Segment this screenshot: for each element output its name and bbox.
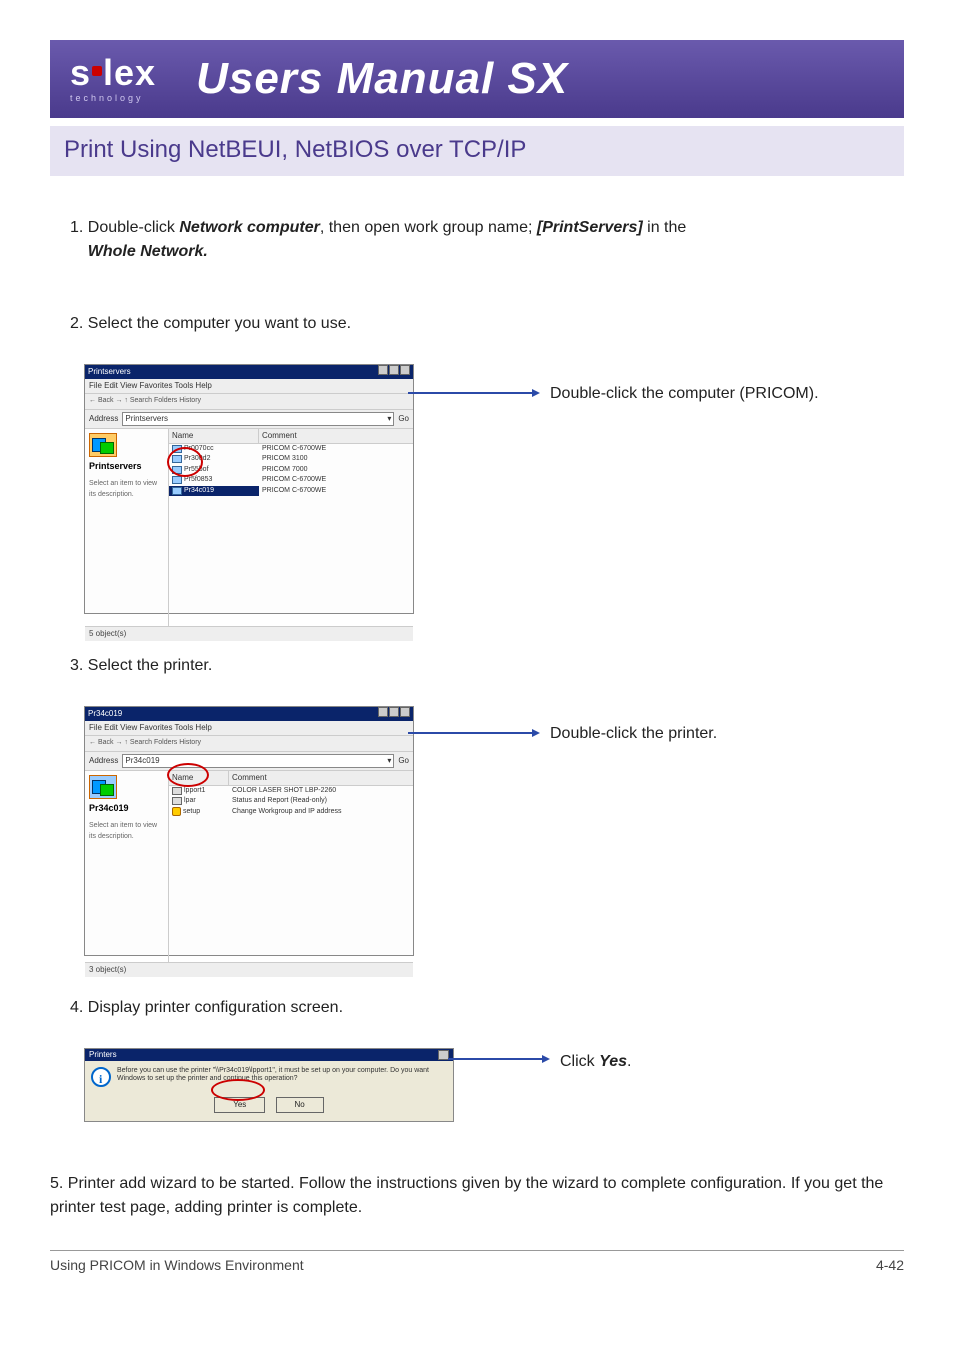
- list-item[interactable]: Pr5f0853PRICOM C-6700WE: [169, 475, 413, 486]
- list-pane: Name Comment Pr0070ccPRICOM C-6700WE Pr3…: [169, 429, 413, 627]
- step1-term2: [PrintServers]: [537, 219, 643, 236]
- list-item[interactable]: Pr0070ccPRICOM C-6700WE: [169, 444, 413, 455]
- minimize-icon: [378, 365, 388, 375]
- callout-text-3: Click Yes.: [560, 1050, 631, 1074]
- status-bar: 3 object(s): [85, 962, 413, 977]
- column-headers[interactable]: Name Comment: [169, 429, 413, 444]
- list-item[interactable]: Pr55bofPRICOM 7000: [169, 465, 413, 476]
- address-bar: Address Pr34c019▾ Go: [85, 752, 413, 771]
- screenshot-printservers-window: Printservers File Edit View Favorites To…: [84, 364, 414, 614]
- dialog-message: Before you can use the printer "\\Pr34c0…: [117, 1067, 447, 1084]
- logo-subtext: technology: [70, 93, 144, 103]
- screenshot-computer-window: Pr34c019 File Edit View Favorites Tools …: [84, 706, 414, 956]
- left-info-pane: Pr34c019 Select an item to view its desc…: [85, 771, 169, 963]
- printer-icon: [172, 797, 182, 805]
- left-pane-desc: Select an item to view its description.: [89, 821, 164, 842]
- callout-circle-icon: [167, 763, 209, 787]
- footer-section: Using PRICOM in Windows Environment: [50, 1257, 304, 1273]
- window-toolbar[interactable]: ← Back → ↑ Search Folders History: [85, 394, 413, 410]
- address-bar: Address Printservers▾ Go: [85, 410, 413, 429]
- printer-icon: [172, 787, 182, 795]
- window-title: Pr34c019: [88, 708, 122, 720]
- window-toolbar[interactable]: ← Back → ↑ Search Folders History: [85, 736, 413, 752]
- dialog-titlebar: Printers: [85, 1049, 453, 1061]
- list-item-selected[interactable]: Pr34c019PRICOM C-6700WE: [169, 486, 413, 497]
- col-name[interactable]: Name: [169, 429, 259, 443]
- callout-circle-icon: [211, 1079, 265, 1101]
- window-title: Printservers: [88, 366, 131, 378]
- maximize-icon: [389, 365, 399, 375]
- logo-text-right: lex: [103, 52, 156, 93]
- footer-page-number: 4-42: [876, 1257, 904, 1273]
- screenshot-printers-dialog: Printers Before you can use the printer …: [84, 1048, 454, 1122]
- window-buttons[interactable]: [377, 707, 410, 721]
- window-titlebar: Pr34c019: [85, 707, 413, 721]
- window-buttons[interactable]: [377, 365, 410, 379]
- window-menubar[interactable]: File Edit View Favorites Tools Help: [85, 379, 413, 394]
- list-pane: Name Comment lpport1COLOR LASER SHOT LBP…: [169, 771, 413, 963]
- callout-arrow-icon: [408, 392, 538, 394]
- figure-row-1: Printservers File Edit View Favorites To…: [84, 364, 894, 614]
- left-info-pane: Printservers Select an item to view its …: [85, 429, 169, 627]
- left-pane-desc: Select an item to view its description.: [89, 479, 164, 500]
- col-comment[interactable]: Comment: [259, 429, 413, 443]
- logo-text-left: s: [70, 52, 91, 93]
- close-icon: [400, 365, 410, 375]
- list-item[interactable]: lpport1COLOR LASER SHOT LBP-2260: [169, 786, 413, 797]
- manual-title: Users Manual SX: [196, 54, 568, 104]
- header-banner: slex technology Users Manual SX: [50, 40, 904, 118]
- figure-row-3: Printers Before you can use the printer …: [84, 1048, 894, 1122]
- step-2: 2. Select the computer you want to use.: [70, 312, 894, 336]
- window-titlebar: Printservers: [85, 365, 413, 379]
- left-pane-title: Printservers: [89, 460, 164, 474]
- info-icon: [91, 1067, 111, 1087]
- computer-icon: [172, 476, 182, 484]
- list-item[interactable]: lparStatus and Report (Read-only): [169, 796, 413, 807]
- page-footer: Using PRICOM in Windows Environment 4-42: [50, 1250, 904, 1273]
- step-1: 1. Double-click Network computer, then o…: [70, 216, 894, 264]
- step1-term3: Whole Network.: [88, 243, 208, 260]
- no-button[interactable]: No: [276, 1097, 324, 1113]
- callout-circle-icon: [167, 447, 203, 477]
- step-3: 3. Select the printer.: [70, 654, 894, 678]
- list-item[interactable]: setupChange Workgroup and IP address: [169, 807, 413, 818]
- left-pane-title: Pr34c019: [89, 802, 164, 816]
- minimize-icon: [378, 707, 388, 717]
- callout-text-1: Double-click the computer (PRICOM).: [550, 382, 819, 406]
- status-bar: 5 object(s): [85, 626, 413, 641]
- figure-row-2: Pr34c019 File Edit View Favorites Tools …: [84, 706, 894, 956]
- callout-yes: Yes: [599, 1053, 627, 1070]
- col-comment[interactable]: Comment: [229, 771, 413, 785]
- computer-icon: [172, 487, 182, 495]
- step-5: 5. Printer add wizard to be started. Fol…: [50, 1172, 894, 1220]
- logo: slex technology: [70, 55, 156, 103]
- address-label: Address: [89, 413, 118, 425]
- step-4: 4. Display printer configuration screen.: [70, 996, 894, 1020]
- step1-term1: Network computer: [179, 219, 319, 236]
- address-input[interactable]: Printservers▾: [122, 412, 394, 426]
- maximize-icon: [389, 707, 399, 717]
- callout-arrow-icon: [448, 1058, 548, 1060]
- dialog-title: Printers: [89, 1049, 117, 1061]
- workgroup-icon: [89, 433, 117, 457]
- go-button[interactable]: Go: [398, 755, 409, 767]
- section-heading: Print Using NetBEUI, NetBIOS over TCP/IP: [50, 126, 904, 176]
- settings-icon: [172, 807, 181, 816]
- address-input[interactable]: Pr34c019▾: [122, 754, 394, 768]
- go-button[interactable]: Go: [398, 413, 409, 425]
- content-area: 1. Double-click Network computer, then o…: [0, 176, 954, 1220]
- window-menubar[interactable]: File Edit View Favorites Tools Help: [85, 721, 413, 736]
- logo-dot-icon: [92, 66, 102, 76]
- close-icon: [400, 707, 410, 717]
- callout-text-2: Double-click the printer.: [550, 722, 717, 746]
- callout-arrow-icon: [408, 732, 538, 734]
- computer-large-icon: [89, 775, 117, 799]
- list-item[interactable]: Pr300d2PRICOM 3100: [169, 454, 413, 465]
- address-label: Address: [89, 755, 118, 767]
